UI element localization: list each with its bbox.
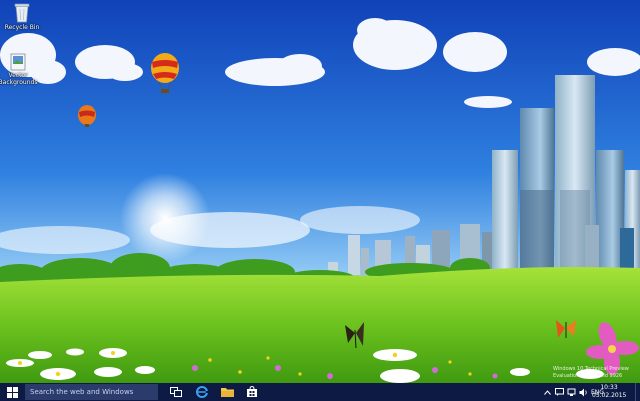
file-explorer-button[interactable] (217, 383, 237, 401)
store-icon (247, 386, 257, 397)
show-hidden-icons-button[interactable] (544, 383, 552, 401)
meadow (0, 267, 640, 383)
clock-time: 10:33 (600, 384, 618, 391)
windows-logo-icon (6, 386, 18, 398)
wallpaper: Windows 10 Technical Preview Evaluation … (0, 0, 640, 383)
svg-text:Windows 10 Technical Preview: Windows 10 Technical Preview (553, 366, 629, 372)
image-file-icon (10, 53, 26, 71)
clock[interactable]: 10:33 05.02.2015 (592, 384, 626, 400)
action-center-button[interactable] (555, 383, 565, 401)
folder-icon (220, 388, 234, 397)
recycle-bin-icon (14, 3, 30, 23)
search-placeholder: Search the web and Windows (30, 388, 134, 396)
search-input[interactable]: Search the web and Windows (25, 384, 158, 400)
message-icon (555, 388, 564, 396)
volume-button[interactable] (579, 383, 589, 401)
edge-icon (196, 386, 208, 398)
task-view-icon (170, 387, 182, 397)
start-button[interactable] (0, 383, 24, 401)
desktop-icon-label: Recycle Bin (4, 24, 40, 31)
desktop-icon-recycle-bin[interactable]: Recycle Bin (0, 2, 44, 31)
desktop[interactable]: Windows 10 Technical Preview Evaluation … (0, 0, 640, 383)
task-view-button[interactable] (166, 383, 186, 401)
show-desktop-button[interactable] (635, 383, 640, 401)
speaker-icon (579, 388, 587, 396)
chevron-up-icon (544, 389, 551, 395)
desktop-icon-label: Vector Backgrounds (0, 72, 38, 86)
svg-text:Evaluation copy. Build 9926: Evaluation copy. Build 9926 (553, 373, 622, 379)
watermark: Windows 10 Technical Preview Evaluation … (553, 366, 629, 379)
desktop-icon-vector-backgrounds[interactable]: Vector Backgrounds (0, 52, 40, 86)
network-button[interactable] (567, 383, 577, 401)
store-button[interactable] (242, 383, 262, 401)
network-icon (567, 388, 576, 396)
clock-date: 05.02.2015 (592, 392, 627, 399)
edge-button[interactable] (192, 383, 212, 401)
taskbar: Search the web and Windows ENG 10:33 05.… (0, 383, 640, 401)
